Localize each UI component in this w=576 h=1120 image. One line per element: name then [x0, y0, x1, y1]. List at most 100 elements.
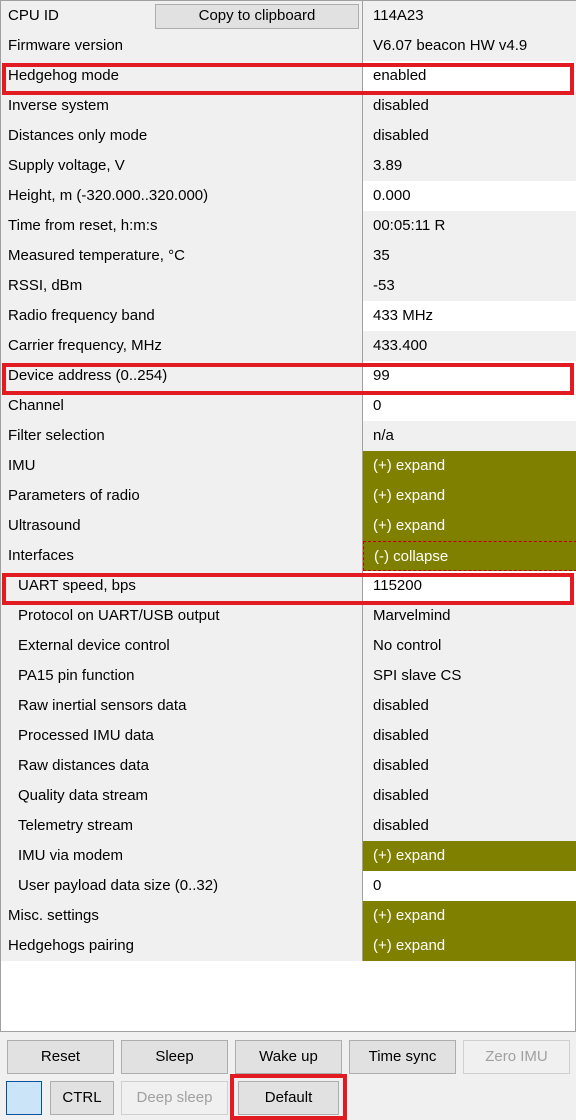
property-label: Parameters of radio — [1, 481, 363, 511]
property-label: Supply voltage, V — [1, 151, 363, 181]
property-value[interactable]: 0.000 — [363, 181, 576, 211]
property-value: disabled — [363, 721, 576, 751]
property-label: Quality data stream — [1, 781, 363, 811]
property-value: 35 — [363, 241, 576, 271]
property-value[interactable]: 99 — [363, 361, 576, 391]
property-value: disabled — [363, 91, 576, 121]
row-measured-temperature-c: Measured temperature, °C 35 — [1, 241, 576, 271]
cpu-id-value: 114A23 — [363, 1, 576, 31]
copy-to-clipboard-button[interactable]: Copy to clipboard — [155, 4, 359, 29]
time-sync-button[interactable]: Time sync — [349, 1040, 456, 1074]
property-value[interactable]: 433 MHz — [363, 301, 576, 331]
property-label: Inverse system — [1, 91, 363, 121]
property-label: Interfaces — [1, 541, 363, 571]
property-label: Ultrasound — [1, 511, 363, 541]
property-label: Channel — [1, 391, 363, 421]
property-label: RSSI, dBm — [1, 271, 363, 301]
expand-toggle[interactable]: (+) expand — [363, 511, 576, 541]
property-label: User payload data size (0..32) — [1, 871, 363, 901]
row-filter-selection: Filter selection n/a — [1, 421, 576, 451]
row-cpu-id: CPU ID Copy to clipboard 114A23 — [1, 1, 576, 31]
row-carrier-frequency-mhz: Carrier frequency, MHz 433.400 — [1, 331, 576, 361]
row-interfaces: Interfaces (-) collapse — [1, 541, 576, 571]
property-label: Distances only mode — [1, 121, 363, 151]
property-label: UART speed, bps — [1, 571, 363, 601]
row-ultrasound: Ultrasound (+) expand — [1, 511, 576, 541]
expand-toggle[interactable]: (+) expand — [363, 841, 576, 871]
expand-toggle[interactable]: (+) expand — [363, 931, 576, 961]
row-pa15-pin-function: PA15 pin function SPI slave CS — [1, 661, 576, 691]
property-label: Device address (0..254) — [1, 361, 363, 391]
row-telemetry-stream: Telemetry stream disabled — [1, 811, 576, 841]
property-value: disabled — [363, 121, 576, 151]
row-external-device-control: External device control No control — [1, 631, 576, 661]
property-value[interactable]: 0 — [363, 871, 576, 901]
row-radio-frequency-band: Radio frequency band 433 MHz — [1, 301, 576, 331]
property-value: No control — [363, 631, 576, 661]
property-label: IMU — [1, 451, 363, 481]
property-label: Processed IMU data — [1, 721, 363, 751]
property-value: 00:05:11 R — [363, 211, 576, 241]
row-raw-inertial-sensors-data: Raw inertial sensors data disabled — [1, 691, 576, 721]
row-raw-distances-data: Raw distances data disabled — [1, 751, 576, 781]
property-label: Filter selection — [1, 421, 363, 451]
expand-toggle[interactable]: (+) expand — [363, 901, 576, 931]
deep-sleep-button: Deep sleep — [121, 1081, 228, 1115]
expand-toggle[interactable]: (+) expand — [363, 451, 576, 481]
property-value[interactable]: 0 — [363, 391, 576, 421]
property-label: IMU via modem — [1, 841, 363, 871]
row-supply-voltage-v: Supply voltage, V 3.89 — [1, 151, 576, 181]
row-hedgehogs-pairing: Hedgehogs pairing (+) expand — [1, 931, 576, 961]
row-time-from-reset-h-m-s: Time from reset, h:m:s 00:05:11 R — [1, 211, 576, 241]
zero-imu-button: Zero IMU — [463, 1040, 570, 1074]
row-device-address-0-254: Device address (0..254) 99 — [1, 361, 576, 391]
row-user-payload-data-size-0-32: User payload data size (0..32) 0 — [1, 871, 576, 901]
property-label: Hedgehogs pairing — [1, 931, 363, 961]
row-hedgehog-mode: Hedgehog mode enabled — [1, 61, 576, 91]
row-processed-imu-data: Processed IMU data disabled — [1, 721, 576, 751]
property-value: Marvelmind — [363, 601, 576, 631]
color-indicator-box[interactable] — [6, 1081, 42, 1115]
property-label: PA15 pin function — [1, 661, 363, 691]
reset-button[interactable]: Reset — [7, 1040, 114, 1074]
property-label: Misc. settings — [1, 901, 363, 931]
expand-toggle[interactable]: (+) expand — [363, 481, 576, 511]
ctrl-button[interactable]: CTRL — [50, 1081, 114, 1115]
property-value: n/a — [363, 421, 576, 451]
settings-grid: CPU ID Copy to clipboard 114A23 Firmware… — [0, 0, 576, 1032]
property-value[interactable]: 115200 — [363, 571, 576, 601]
property-label: Raw inertial sensors data — [1, 691, 363, 721]
expand-toggle[interactable]: (-) collapse — [363, 541, 576, 571]
property-label: Carrier frequency, MHz — [1, 331, 363, 361]
property-label: Radio frequency band — [1, 301, 363, 331]
property-value: disabled — [363, 781, 576, 811]
property-label: Raw distances data — [1, 751, 363, 781]
property-value: SPI slave CS — [363, 661, 576, 691]
row-distances-only-mode: Distances only mode disabled — [1, 121, 576, 151]
row-imu: IMU (+) expand — [1, 451, 576, 481]
property-value[interactable]: enabled — [363, 61, 576, 91]
property-value: 3.89 — [363, 151, 576, 181]
default-button[interactable]: Default — [238, 1081, 339, 1115]
row-misc-settings: Misc. settings (+) expand — [1, 901, 576, 931]
property-value: disabled — [363, 691, 576, 721]
row-channel: Channel 0 — [1, 391, 576, 421]
row-inverse-system: Inverse system disabled — [1, 91, 576, 121]
row-protocol-on-uart-usb-output: Protocol on UART/USB output Marvelmind — [1, 601, 576, 631]
property-value: 433.400 — [363, 331, 576, 361]
property-label: External device control — [1, 631, 363, 661]
property-label: Hedgehog mode — [1, 61, 363, 91]
property-label: Firmware version — [1, 31, 363, 61]
row-rssi-dbm: RSSI, dBm -53 — [1, 271, 576, 301]
property-label: Measured temperature, °C — [1, 241, 363, 271]
property-label: Telemetry stream — [1, 811, 363, 841]
sleep-button[interactable]: Sleep — [121, 1040, 228, 1074]
wake-up-button[interactable]: Wake up — [235, 1040, 342, 1074]
property-value: disabled — [363, 751, 576, 781]
property-label: Protocol on UART/USB output — [1, 601, 363, 631]
property-label: Height, m (-320.000..320.000) — [1, 181, 363, 211]
property-label: Time from reset, h:m:s — [1, 211, 363, 241]
row-height-m-320-000-320-000: Height, m (-320.000..320.000) 0.000 — [1, 181, 576, 211]
property-value: -53 — [363, 271, 576, 301]
property-value: disabled — [363, 811, 576, 841]
